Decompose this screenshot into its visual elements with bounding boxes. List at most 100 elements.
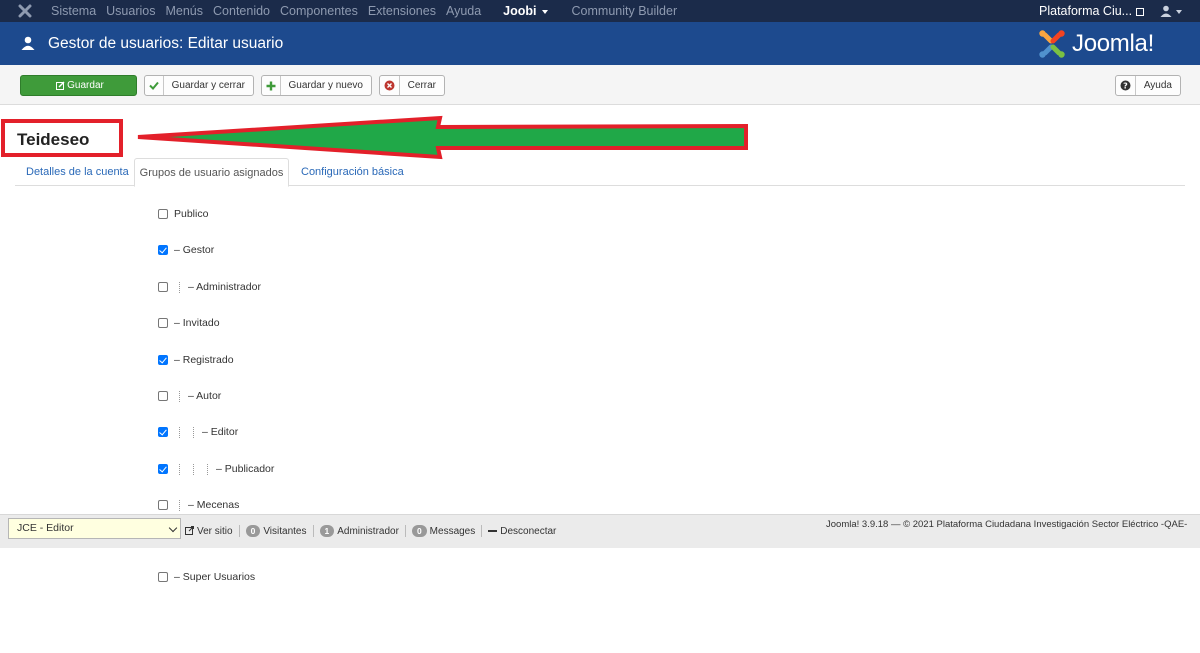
menu-extensiones[interactable]: Extensiones [368,0,436,22]
user-menu-icon[interactable] [1160,5,1172,17]
messages-count-badge: 0 [411,525,427,537]
group-label: – Autor [188,390,222,402]
tree-indent-guide [179,426,180,438]
group-checkbox[interactable] [158,427,168,437]
group-item: – Mecenas [158,498,239,512]
group-checkbox[interactable] [158,209,168,219]
view-site-label: Ver sitio [197,525,233,537]
tree-indent-guide [207,463,208,475]
group-checkbox[interactable] [158,572,168,582]
group-item: – Editor [158,425,238,439]
menu-joobi-label: Joobi [503,4,537,18]
divider [312,525,314,537]
group-item: – Administrador [158,280,261,294]
joomla-brand: Joomla! [1037,28,1154,60]
group-label: Publico [174,208,209,220]
close-icon [380,76,400,95]
close-button[interactable]: Cerrar [379,75,445,96]
status-bar: JCE - Editor Ver sitio 0 Visitantes 1 Admi… [0,514,1200,548]
admin-menu-bar: Sistema Usuarios Menús Contenido Compone… [0,0,1200,22]
save-close-button[interactable]: Guardar y cerrar [144,75,254,96]
user-icon [21,36,35,50]
logout-link[interactable]: Desconectar [488,526,556,537]
group-checkbox[interactable] [158,464,168,474]
view-site-link[interactable]: Ver sitio [185,526,233,537]
menu-menus[interactable]: Menús [165,0,203,22]
external-link-icon [1136,7,1145,16]
site-link[interactable]: Plataforma Ciu... [1039,0,1145,22]
save-label: Guardar [67,80,104,91]
save-close-label: Guardar y cerrar [171,80,245,91]
logout-label: Desconectar [500,525,557,537]
group-checkbox[interactable] [158,500,168,510]
tab-assigned-groups[interactable]: Grupos de usuario asignados [134,158,289,187]
save-button[interactable]: Guardar [20,75,137,96]
menu-sistema[interactable]: Sistema [51,0,96,22]
joomla-logo-icon[interactable] [18,4,32,18]
group-checkbox[interactable] [158,355,168,365]
group-item: – Publicador [158,462,274,476]
copyright-text: Joomla! 3.9.18 — © 2021 Plataforma Ciuda… [826,519,1188,530]
visitors-count-badge: 0 [245,525,261,537]
annotation-highlight-box [1,119,123,157]
status-items: Ver sitio 0 Visitantes 1 Administrador 0 Me… [185,525,556,537]
menu-contenido[interactable]: Contenido [213,0,270,22]
admins-status: 1 Administrador [319,525,399,537]
tree-indent-guide [179,463,180,475]
group-item: – Gestor [158,243,214,257]
help-button[interactable]: ? Ayuda [1115,75,1181,96]
joomla-logo-icon [1039,30,1065,58]
external-link-icon [185,526,194,536]
tab-account-details[interactable]: Detalles de la cuenta [26,158,129,186]
group-label: – Administrador [188,281,261,293]
plus-icon [262,76,281,95]
group-checkbox[interactable] [158,245,168,255]
group-checkbox[interactable] [158,391,168,401]
divider [404,525,406,537]
minus-icon [488,529,498,532]
question-icon: ? [1116,76,1136,95]
divider [238,525,240,537]
group-label: – Super Usuarios [174,571,256,583]
save-new-button[interactable]: Guardar y nuevo [261,75,372,96]
chevron-down-icon [168,523,178,533]
group-item: – Registrado [158,353,234,367]
page-header: Gestor de usuarios: Editar usuario Jooml… [0,22,1200,65]
admins-count-badge: 1 [319,525,335,537]
annotation-arrow-icon [137,115,748,160]
menu-ayuda[interactable]: Ayuda [446,0,481,22]
group-item: – Super Usuarios [158,570,255,584]
toolbar: Guardar Guardar y cerrar Guardar y nuevo… [0,65,1200,105]
tree-indent-guide [179,499,180,511]
group-label: – Publicador [216,463,275,475]
visitors-label: Visitantes [263,526,307,537]
menu-joobi[interactable]: Joobi [503,0,548,22]
group-label: – Invitado [174,317,220,329]
chevron-down-icon [541,9,548,14]
messages-link[interactable]: 0 Messages [411,525,475,537]
menu-componentes[interactable]: Componentes [280,0,358,22]
page-title: Gestor de usuarios: Editar usuario [48,35,284,52]
tree-indent-guide [179,281,180,293]
group-item: – Autor [158,389,221,403]
admins-label: Administrador [337,526,399,537]
tree-indent-guide [193,426,194,438]
chevron-down-icon [1176,10,1182,14]
menu-community-builder[interactable]: Community Builder [572,0,678,22]
close-label: Cerrar [407,80,436,91]
group-item: – Invitado [158,316,220,330]
group-checkbox[interactable] [158,282,168,292]
tree-indent-guide [179,390,180,402]
check-icon [145,76,164,95]
edit-icon [53,76,67,95]
group-label: – Gestor [174,244,215,256]
divider [481,525,483,537]
editor-select[interactable]: JCE - Editor [8,518,181,539]
visitors-status: 0 Visitantes [245,525,307,537]
tab-basic-settings[interactable]: Configuración básica [301,158,404,186]
site-name: Plataforma Ciu... [1039,4,1133,18]
brand-wordmark: Joomla! [1072,30,1154,57]
group-checkbox[interactable] [158,318,168,328]
help-label: Ayuda [1143,80,1172,91]
menu-usuarios[interactable]: Usuarios [106,0,155,22]
